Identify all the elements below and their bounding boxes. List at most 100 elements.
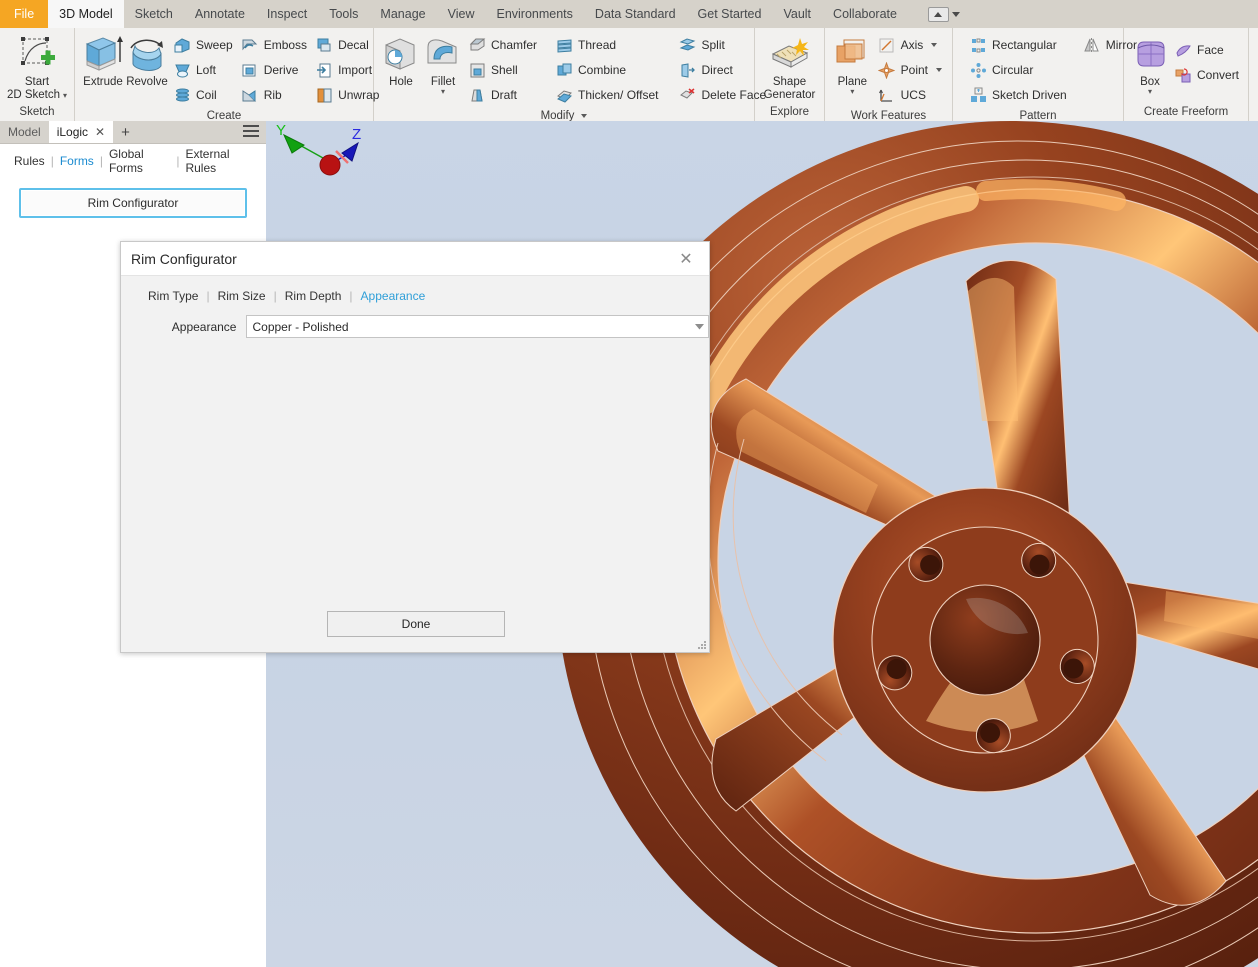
browser-tab-model[interactable]: Model (0, 121, 49, 143)
menu-item-vault[interactable]: Vault (772, 0, 822, 28)
ilogic-nav-forms[interactable]: Forms (54, 154, 100, 168)
plane-dropdown-caret-icon[interactable]: ▾ (850, 89, 854, 95)
decal-icon (315, 36, 333, 54)
axis-button[interactable]: Axis (874, 33, 946, 57)
menu-item-tools[interactable]: Tools (318, 0, 369, 28)
chevron-down-icon[interactable] (690, 324, 708, 330)
coil-button[interactable]: Coil (169, 83, 237, 107)
tab-rim-size[interactable]: Rim Size (210, 289, 274, 303)
ribbon-panel-title-work-features: Work Features (825, 107, 952, 122)
appearance-field-label: Appearance (145, 320, 246, 334)
hole-label: Hole (389, 76, 413, 89)
plane-icon (831, 34, 873, 74)
ilogic-nav-external-rules[interactable]: External Rules (179, 147, 258, 175)
menu-item-3d-model[interactable]: 3D Model (48, 0, 124, 28)
appearance-select[interactable]: Copper - Polished (246, 315, 709, 338)
browser-tab-ilogic[interactable]: iLogic ✕ (49, 121, 113, 143)
combine-icon (555, 61, 573, 79)
chamfer-button[interactable]: Chamfer (464, 33, 541, 57)
menubar-spacer (908, 0, 922, 28)
inventor-window: File 3D Model Sketch Annotate Inspect To… (0, 0, 1258, 967)
menu-item-sketch[interactable]: Sketch (124, 0, 184, 28)
loft-icon (173, 61, 191, 79)
tab-appearance[interactable]: Appearance (353, 289, 434, 303)
chamfer-icon (468, 36, 486, 54)
start-2d-sketch-button[interactable]: Start2D Sketch▾ (6, 32, 68, 102)
sweep-button[interactable]: Sweep (169, 33, 237, 57)
rectangular-pattern-button[interactable]: Rectangular (965, 33, 1071, 57)
menu-item-file[interactable]: File (0, 0, 48, 28)
ilogic-nav-rules[interactable]: Rules (8, 154, 51, 168)
ribbon-panel-title-explore: Explore (755, 103, 824, 121)
combine-label: Combine (578, 63, 626, 77)
done-button[interactable]: Done (327, 611, 505, 637)
menu-item-environments[interactable]: Environments (485, 0, 583, 28)
ribbon-minimize-button[interactable] (922, 0, 966, 28)
shape-generator-label: ShapeGenerator (764, 76, 816, 102)
axis-dropdown-caret-icon[interactable] (931, 43, 937, 47)
resize-grip[interactable] (698, 641, 707, 650)
tab-rim-depth[interactable]: Rim Depth (277, 289, 350, 303)
freeform-convert-icon (1174, 66, 1192, 84)
sketch-driven-pattern-button[interactable]: Sketch Driven (965, 83, 1071, 107)
freeform-convert-button[interactable]: Convert (1170, 63, 1243, 87)
rib-button[interactable]: Rib (237, 83, 311, 107)
plane-button[interactable]: Plane ▾ (831, 32, 874, 95)
unwrap-icon (315, 86, 333, 104)
hamburger-menu-icon[interactable] (243, 125, 259, 137)
shape-generator-button[interactable]: ShapeGenerator (761, 32, 818, 102)
add-tab-icon[interactable]: + (113, 121, 138, 143)
browser-tab-strip: Model iLogic ✕ + (0, 121, 266, 144)
rim-configurator-dialog[interactable]: Rim Configurator ✕ Rim Type | Rim Size |… (120, 241, 710, 653)
sketch-driven-pattern-label: Sketch Driven (992, 88, 1067, 102)
emboss-button[interactable]: Emboss (237, 33, 311, 57)
shape-generator-icon (767, 34, 813, 74)
unwrap-button[interactable]: Unwrap (311, 83, 383, 107)
axis-indicator: Y Z (266, 121, 376, 191)
point-dropdown-caret-icon[interactable] (936, 68, 942, 72)
menu-item-data-standard[interactable]: Data Standard (584, 0, 687, 28)
dialog-title-bar[interactable]: Rim Configurator ✕ (121, 242, 709, 276)
circular-pattern-button[interactable]: Circular (965, 58, 1071, 82)
ribbon: Start2D Sketch▾ Sketch (0, 28, 1258, 122)
hole-button[interactable]: Hole (380, 32, 422, 89)
tab-rim-type[interactable]: Rim Type (140, 289, 206, 303)
direct-icon (679, 61, 697, 79)
fillet-button[interactable]: Fillet ▾ (422, 32, 464, 95)
menu-item-annotate[interactable]: Annotate (184, 0, 256, 28)
freeform-face-button[interactable]: Face (1170, 38, 1243, 62)
ilogic-nav-global-forms[interactable]: Global Forms (103, 147, 176, 175)
extrude-button[interactable]: Extrude (81, 32, 125, 89)
thicken-offset-button[interactable]: Thicken/ Offset (551, 83, 662, 107)
derive-icon (241, 61, 259, 79)
derive-button[interactable]: Derive (237, 58, 311, 82)
ucs-button[interactable]: UCS (874, 83, 946, 107)
chevron-down-icon[interactable] (952, 12, 960, 17)
close-icon[interactable]: ✕ (95, 125, 105, 139)
form-button-rim-configurator[interactable]: Rim Configurator (19, 188, 247, 218)
close-icon[interactable]: ✕ (673, 246, 699, 272)
revolve-button[interactable]: Revolve (125, 32, 169, 89)
draft-button[interactable]: Draft (464, 83, 541, 107)
thread-button[interactable]: Thread (551, 33, 662, 57)
loft-button[interactable]: Loft (169, 58, 237, 82)
shell-icon (468, 61, 486, 79)
import-button[interactable]: Import (311, 58, 383, 82)
axis-icon (878, 36, 896, 54)
combine-button[interactable]: Combine (551, 58, 662, 82)
shell-button[interactable]: Shell (464, 58, 541, 82)
menu-item-view[interactable]: View (437, 0, 486, 28)
menu-item-collaborate[interactable]: Collaborate (822, 0, 908, 28)
menu-item-get-started[interactable]: Get Started (687, 0, 773, 28)
freeform-box-dropdown-caret-icon[interactable]: ▾ (1148, 89, 1152, 95)
fillet-dropdown-caret-icon[interactable]: ▾ (441, 89, 445, 95)
browser-tab-model-label: Model (8, 125, 41, 139)
decal-button[interactable]: Decal (311, 33, 383, 57)
rib-label: Rib (264, 88, 282, 102)
ribbon-panel-modify: Hole Fillet ▾ (374, 28, 755, 121)
freeform-box-button[interactable]: Box ▾ (1130, 32, 1170, 95)
point-button[interactable]: Point (874, 58, 946, 82)
modify-panel-caret-icon[interactable] (581, 114, 587, 118)
menu-item-inspect[interactable]: Inspect (256, 0, 318, 28)
menu-item-manage[interactable]: Manage (369, 0, 436, 28)
